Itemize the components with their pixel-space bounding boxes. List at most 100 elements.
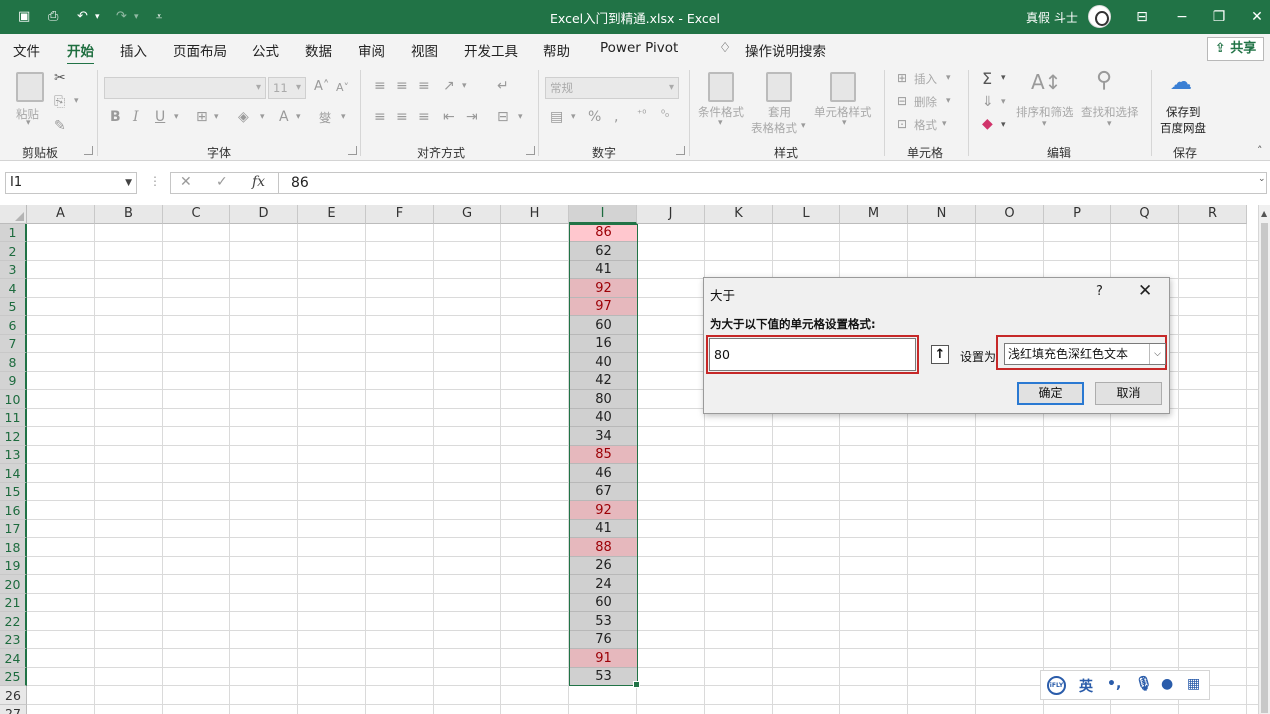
column-header-g[interactable]: G — [434, 205, 501, 224]
font-color-icon[interactable]: A — [279, 109, 289, 125]
user-name[interactable]: 真假 斗士 — [1026, 9, 1078, 26]
column-header-l[interactable]: L — [773, 205, 840, 224]
cell-i23[interactable]: 76 — [570, 631, 637, 649]
select-all-corner[interactable] — [0, 205, 27, 224]
tab-formulas[interactable]: 公式 — [252, 40, 279, 60]
find-select-icon[interactable]: ⚲ — [1096, 68, 1112, 93]
row-header[interactable]: 25 — [0, 668, 27, 686]
cell-i12[interactable]: 34 — [570, 427, 637, 446]
borders-icon[interactable]: ⊞ — [196, 109, 208, 125]
row-header[interactable]: 22 — [0, 612, 27, 631]
fill-dropdown-icon[interactable]: ▾ — [1001, 97, 1006, 107]
column-header-r[interactable]: R — [1179, 205, 1247, 224]
row-header[interactable]: 12 — [0, 427, 27, 446]
column-header-o[interactable]: O — [976, 205, 1044, 224]
delete-cells-label[interactable]: 删除 — [914, 94, 937, 110]
column-header-f[interactable]: F — [366, 205, 434, 224]
row-header[interactable]: 27 — [0, 705, 27, 714]
cell-i7[interactable]: 16 — [570, 335, 637, 353]
tab-developer[interactable]: 开发工具 — [464, 40, 518, 60]
merge-center-icon[interactable]: ⊟ — [497, 109, 509, 125]
tab-page-layout[interactable]: 页面布局 — [173, 40, 227, 60]
phonetic-dropdown-icon[interactable]: ▾ — [341, 112, 346, 122]
row-header[interactable]: 20 — [0, 575, 27, 594]
formula-input[interactable]: 86 — [279, 172, 1267, 194]
range-select-icon[interactable]: ↑ — [931, 345, 949, 364]
row-header[interactable]: 7 — [0, 335, 27, 353]
format-cells-label[interactable]: 格式 — [914, 117, 937, 133]
bold-icon[interactable]: B — [110, 109, 121, 125]
vertical-scrollbar[interactable]: ▲ — [1258, 205, 1270, 714]
format-painter-icon[interactable]: ✎ — [54, 118, 66, 134]
alignment-launcher-icon[interactable] — [526, 146, 535, 155]
row-header[interactable]: 16 — [0, 501, 27, 520]
cell-i13[interactable]: 85 — [570, 446, 637, 464]
phonetic-icon[interactable]: 燮 — [319, 109, 331, 126]
accounting-icon[interactable]: ▤ — [550, 109, 563, 125]
font-color-dropdown-icon[interactable]: ▾ — [296, 112, 301, 122]
confirm-entry-icon[interactable]: ✓ — [216, 174, 228, 190]
baidu-cloud-icon[interactable]: ☁ — [1170, 70, 1192, 95]
cell-i2[interactable]: 62 — [570, 242, 637, 261]
cell-i25[interactable]: 53 — [570, 668, 637, 686]
cell-i8[interactable]: 40 — [570, 353, 637, 372]
insert-function-icon[interactable]: fx — [252, 174, 265, 190]
cell-i22[interactable]: 53 — [570, 612, 637, 631]
column-header-n[interactable]: N — [908, 205, 976, 224]
fill-dropdown-icon[interactable]: ▾ — [260, 112, 265, 122]
insert-cells-icon[interactable]: ⊞ — [897, 71, 907, 85]
dialog-close-icon[interactable]: ✕ — [1138, 281, 1152, 301]
column-header-k[interactable]: K — [705, 205, 773, 224]
cell-i14[interactable]: 46 — [570, 464, 637, 483]
row-header[interactable]: 2 — [0, 242, 27, 261]
avatar[interactable] — [1088, 5, 1111, 28]
ifly-logo-icon[interactable]: iFLY — [1047, 676, 1066, 695]
align-middle-icon[interactable]: ≡ — [396, 78, 408, 94]
cell-i20[interactable]: 24 — [570, 575, 637, 594]
clear-dropdown-icon[interactable]: ▾ — [1001, 120, 1006, 130]
row-header[interactable]: 24 — [0, 649, 27, 668]
font-launcher-icon[interactable] — [348, 146, 357, 155]
tab-file[interactable]: 文件 — [13, 40, 40, 60]
ok-button[interactable]: 确定 — [1017, 382, 1084, 405]
name-box-dropdown-icon[interactable]: ▼ — [125, 173, 132, 193]
percent-icon[interactable]: % — [588, 109, 601, 125]
threshold-input[interactable]: 80 — [709, 338, 916, 371]
sort-filter-icon[interactable]: A↕ — [1031, 70, 1061, 94]
row-header[interactable]: 18 — [0, 538, 27, 557]
column-header-h[interactable]: H — [501, 205, 569, 224]
cell-i6[interactable]: 60 — [570, 316, 637, 335]
cell-i1[interactable]: 86 — [570, 224, 637, 242]
font-size-combo[interactable]: 11 — [268, 77, 306, 99]
align-bottom-icon[interactable]: ≡ — [418, 78, 430, 94]
align-left-icon[interactable]: ≡ — [374, 109, 386, 125]
copy-icon[interactable]: ⎘ — [54, 94, 65, 110]
share-button[interactable]: ⇪ 共享 — [1207, 37, 1264, 61]
column-header-j[interactable]: J — [637, 205, 705, 224]
row-header[interactable]: 13 — [0, 446, 27, 464]
row-header[interactable]: 8 — [0, 353, 27, 372]
tab-home[interactable]: 开始 — [67, 40, 94, 66]
row-header[interactable]: 15 — [0, 483, 27, 501]
cancel-button[interactable]: 取消 — [1095, 382, 1162, 405]
column-header-i[interactable]: I — [569, 205, 637, 224]
row-header[interactable]: 14 — [0, 464, 27, 483]
cancel-entry-icon[interactable]: ✕ — [180, 174, 192, 190]
underline-icon[interactable]: U — [155, 109, 165, 125]
row-header[interactable]: 1 — [0, 224, 27, 242]
cell-i4[interactable]: 92 — [570, 279, 637, 298]
column-header-b[interactable]: B — [95, 205, 163, 224]
ime-language-toggle[interactable]: 英 — [1079, 676, 1093, 696]
paste-icon[interactable] — [16, 72, 44, 102]
tab-view[interactable]: 视图 — [411, 40, 438, 60]
copy-dropdown-icon[interactable]: ▾ — [74, 96, 79, 106]
microphone-icon[interactable]: 🎙 — [1135, 676, 1153, 692]
cell-i11[interactable]: 40 — [570, 409, 637, 427]
table-format-dropdown-icon[interactable]: ▾ — [801, 121, 806, 131]
row-header[interactable]: 4 — [0, 279, 27, 298]
orientation-icon[interactable]: ↗ — [443, 78, 455, 94]
row-header[interactable]: 26 — [0, 686, 27, 705]
column-header-p[interactable]: P — [1044, 205, 1111, 224]
increase-font-icon[interactable]: A˄ — [314, 79, 329, 94]
format-select[interactable]: 浅红填充色深红色文本 ⌵ — [1004, 343, 1166, 365]
